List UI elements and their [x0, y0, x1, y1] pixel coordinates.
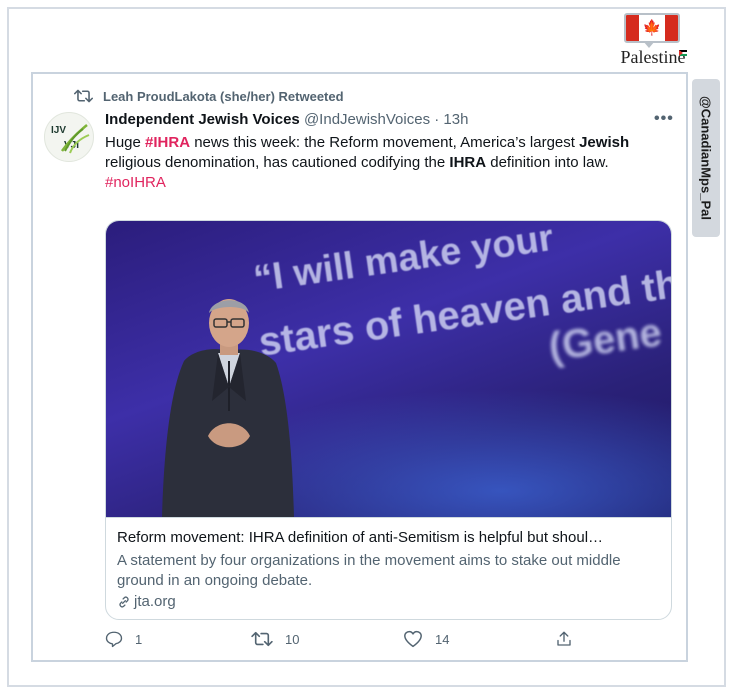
- display-name[interactable]: Independent Jewish Voices: [105, 111, 300, 128]
- retweet-icon: [251, 631, 273, 647]
- link-icon: [119, 596, 129, 607]
- retweet-indicator[interactable]: Leah ProudLakota (she/her) Retweeted: [74, 88, 344, 104]
- card-description: A statement by four organizations in the…: [117, 552, 621, 589]
- separator-dot: ·: [434, 111, 440, 128]
- share-icon: [557, 631, 571, 646]
- card-title[interactable]: Reform movement: IHRA definition of anti…: [117, 529, 662, 546]
- leaf-logo-icon: [60, 124, 90, 154]
- reply-count: 1: [135, 631, 143, 647]
- side-handle-tab: @CanadianMps_Pal: [692, 79, 720, 237]
- reply-button[interactable]: 1: [105, 630, 142, 648]
- heart-icon: [404, 630, 422, 648]
- share-button[interactable]: [555, 630, 585, 648]
- palestine-flag-icon: [679, 50, 687, 56]
- speaker-figure: [162, 299, 294, 517]
- timestamp[interactable]: 13h: [443, 111, 468, 128]
- hashtag-noihra[interactable]: #noIHRA: [105, 174, 166, 191]
- tweet-text-part: Huge: [105, 134, 146, 151]
- like-count: 14: [435, 631, 450, 647]
- more-options-icon[interactable]: •••: [654, 110, 674, 128]
- card-body[interactable]: Reform movement: IHRA definition of anti…: [106, 517, 671, 610]
- retweet-count: 10: [285, 631, 300, 647]
- canada-flag-icon: 🍁: [624, 13, 680, 43]
- like-button[interactable]: 14: [403, 630, 449, 648]
- tweet-text: Huge #IHRA news this week: the Reform mo…: [105, 133, 670, 193]
- reply-icon: [105, 631, 123, 648]
- tweet-text-part: news this week: the Reform movement, Ame…: [190, 134, 580, 151]
- avatar[interactable]: IJV VJI: [44, 112, 94, 162]
- retweet-icon: [74, 89, 93, 103]
- tweet-text-part: definition into law.: [486, 154, 609, 171]
- tweet-header: Independent Jewish Voices @IndJewishVoic…: [105, 111, 468, 128]
- tweet-text-part: religious denomination, has cautioned co…: [105, 154, 450, 171]
- link-preview-card[interactable]: “I will make your stars of heaven and th…: [105, 220, 672, 620]
- bold-keyword-jewish: Jewish: [579, 134, 630, 151]
- retweet-button[interactable]: 10: [251, 630, 299, 648]
- user-handle[interactable]: @IndJewishVoices: [304, 111, 430, 128]
- card-domain-text: jta.org: [134, 593, 176, 610]
- hashtag-ihra[interactable]: #IHRA: [145, 134, 190, 151]
- tweet-actions: 1 10 14: [105, 630, 575, 652]
- palestine-flag-badge: 🍁 Palestine: [617, 13, 689, 71]
- card-image[interactable]: “I will make your stars of heaven and th…: [106, 221, 671, 517]
- bold-keyword-ihra: IHRA: [449, 154, 487, 171]
- retweet-text: Leah ProudLakota (she/her) Retweeted: [103, 88, 344, 104]
- card-domain[interactable]: jta.org: [117, 593, 176, 610]
- side-handle-text: @CanadianMps_Pal: [698, 96, 714, 220]
